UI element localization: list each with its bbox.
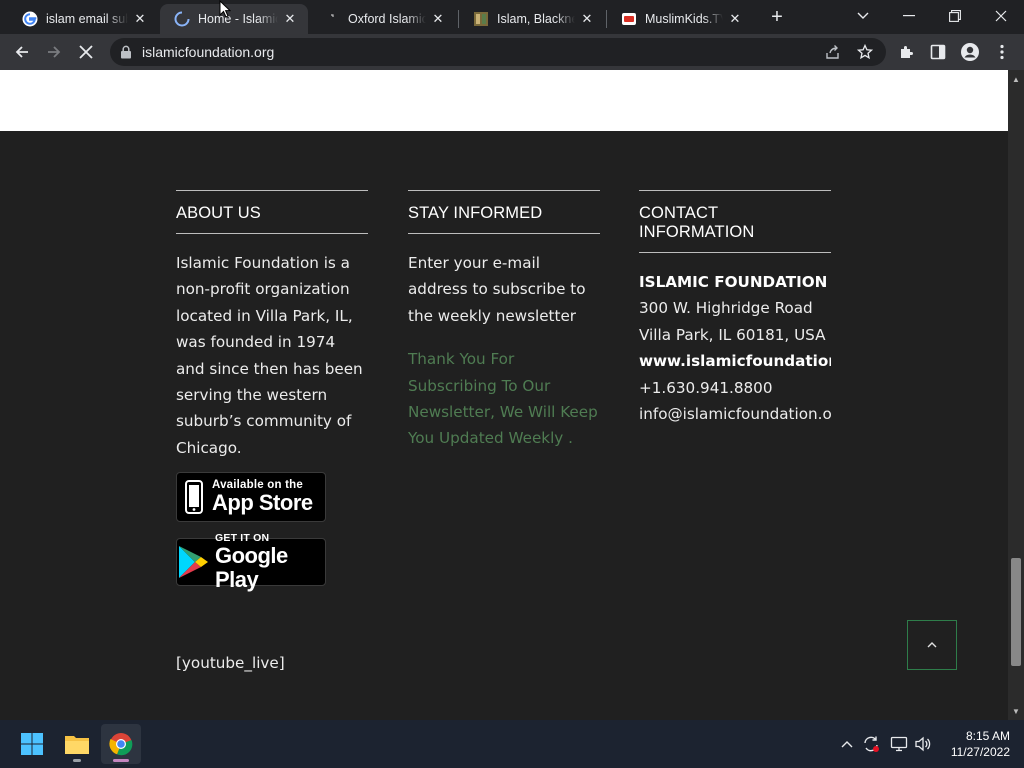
tab-strip: islam email subscribe ✕ Home - Islamic F… bbox=[0, 0, 1024, 34]
subscription-thanks-message: Thank You For Subscribing To Our Newslet… bbox=[408, 350, 598, 448]
forward-button[interactable] bbox=[40, 38, 68, 66]
address-bar[interactable]: islamicfoundation.org bbox=[110, 38, 886, 66]
running-indicator bbox=[73, 759, 81, 762]
lock-icon[interactable] bbox=[118, 44, 134, 60]
close-tab-icon[interactable]: ✕ bbox=[727, 11, 743, 27]
page-viewport: ABOUT US Islamic Foundation is a non-pro… bbox=[0, 70, 1008, 720]
bookmark-star-icon[interactable] bbox=[856, 43, 874, 61]
tab-islamic-foundation[interactable]: Home - Islamic Foundation ✕ bbox=[160, 4, 308, 34]
side-panel-icon[interactable] bbox=[924, 38, 952, 66]
sync-icon[interactable] bbox=[860, 733, 882, 755]
close-tab-icon[interactable]: ✕ bbox=[132, 11, 148, 27]
url-text: islamicfoundation.org bbox=[142, 44, 275, 60]
clock-date: 11/27/2022 bbox=[950, 745, 1010, 759]
website-link[interactable]: www.islamicfoundation.org bbox=[639, 348, 831, 374]
divider bbox=[408, 233, 600, 234]
page-scrollbar[interactable]: ▲ ▼ bbox=[1008, 70, 1024, 720]
newsletter-description: Enter your e-mail address to subscribe t… bbox=[408, 254, 586, 325]
address-line-1: 300 W. Highridge Road bbox=[639, 299, 813, 318]
organization-name: ISLAMIC FOUNDATION bbox=[639, 273, 828, 291]
browser-toolbar: islamicfoundation.org bbox=[0, 34, 1024, 70]
restore-button[interactable] bbox=[932, 0, 978, 32]
email-link[interactable]: info@islamicfoundation.org bbox=[639, 401, 831, 427]
about-us-text: Islamic Foundation is a non-profit organ… bbox=[176, 254, 363, 457]
app-store-badge[interactable]: Available on the App Store bbox=[176, 472, 326, 522]
chrome-taskbar-icon[interactable] bbox=[101, 724, 141, 764]
stay-informed-section: STAY INFORMED Enter your e-mail address … bbox=[408, 190, 600, 452]
tab-title: Oxford Islamic Studies bbox=[348, 12, 426, 26]
minimize-button[interactable] bbox=[886, 0, 932, 32]
network-icon[interactable] bbox=[888, 733, 910, 755]
tab-islam-blackness[interactable]: Islam, Blackness ✕ bbox=[459, 4, 605, 34]
mouse-cursor-icon bbox=[219, 0, 231, 18]
divider bbox=[176, 233, 368, 234]
tab-oxford-islamic[interactable]: Oxford Islamic Studies ✕ bbox=[310, 4, 456, 34]
clock-time: 8:15 AM bbox=[965, 729, 1010, 743]
scroll-up-arrow-icon[interactable]: ▲ bbox=[1008, 72, 1024, 86]
system-clock[interactable]: 8:15 AM 11/27/2022 bbox=[938, 728, 1010, 760]
chevron-up-icon bbox=[927, 642, 937, 648]
loading-spinner-icon bbox=[174, 11, 190, 27]
close-window-button[interactable] bbox=[978, 0, 1024, 32]
close-tab-icon[interactable]: ✕ bbox=[430, 11, 446, 27]
stay-informed-heading: STAY INFORMED bbox=[408, 204, 543, 222]
extensions-icon[interactable] bbox=[892, 38, 920, 66]
scrollbar-thumb[interactable] bbox=[1011, 558, 1021, 666]
back-button[interactable] bbox=[8, 38, 36, 66]
volume-icon[interactable] bbox=[912, 733, 934, 755]
tab-search-chevron-icon[interactable] bbox=[840, 0, 886, 32]
app-store-big-text: App Store bbox=[212, 490, 313, 515]
phone-number[interactable]: +1.630.941.8800 bbox=[639, 375, 831, 401]
tab-title: Islam, Blackness bbox=[497, 12, 575, 26]
windows-start-icon[interactable] bbox=[12, 724, 52, 764]
active-indicator bbox=[113, 759, 129, 762]
google-play-icon bbox=[177, 544, 209, 580]
contact-heading-line2: INFORMATION bbox=[639, 223, 755, 241]
google-play-big-text: Google Play bbox=[215, 543, 288, 592]
share-icon[interactable] bbox=[824, 43, 842, 61]
apple-phone-icon bbox=[184, 480, 204, 514]
page-icon bbox=[324, 11, 340, 27]
stop-loading-button[interactable] bbox=[72, 38, 100, 66]
new-tab-button[interactable]: + bbox=[766, 6, 788, 28]
tab-islam-email[interactable]: islam email subscribe ✕ bbox=[8, 4, 158, 34]
page-content-band bbox=[0, 70, 1008, 131]
show-hidden-icons-chevron-icon[interactable] bbox=[836, 733, 858, 755]
scroll-to-top-button[interactable] bbox=[907, 620, 957, 670]
tv-icon bbox=[621, 11, 637, 27]
file-explorer-icon[interactable] bbox=[57, 724, 97, 764]
tab-title: MuslimKids.TV bbox=[645, 12, 723, 26]
tab-muslimkids-tv[interactable]: MuslimKids.TV ✕ bbox=[607, 4, 753, 34]
close-tab-icon[interactable]: ✕ bbox=[579, 11, 595, 27]
divider bbox=[639, 252, 831, 253]
about-us-heading: ABOUT US bbox=[176, 204, 261, 222]
book-icon bbox=[473, 11, 489, 27]
windows-taskbar: 8:15 AM 11/27/2022 bbox=[0, 720, 1024, 768]
contact-heading-line1: CONTACT bbox=[639, 204, 719, 222]
tab-title: Home - Islamic Foundation bbox=[198, 12, 278, 26]
contact-heading: CONTACT INFORMATION bbox=[639, 191, 831, 252]
address-line-2: Villa Park, IL 60181, USA bbox=[639, 325, 826, 344]
menu-kebab-icon[interactable] bbox=[988, 38, 1016, 66]
profile-avatar-icon[interactable] bbox=[956, 38, 984, 66]
google-icon bbox=[22, 11, 38, 27]
scroll-down-arrow-icon[interactable]: ▼ bbox=[1008, 704, 1024, 718]
close-tab-icon[interactable]: ✕ bbox=[282, 11, 298, 27]
about-us-section: ABOUT US Islamic Foundation is a non-pro… bbox=[176, 190, 368, 461]
contact-information-section: CONTACT INFORMATION ISLAMIC FOUNDATION 3… bbox=[639, 190, 831, 427]
google-play-badge[interactable]: GET IT ON Google Play bbox=[176, 532, 326, 592]
youtube-live-shortcode: [youtube_live] bbox=[176, 654, 285, 672]
tab-title: islam email subscribe bbox=[46, 12, 128, 26]
